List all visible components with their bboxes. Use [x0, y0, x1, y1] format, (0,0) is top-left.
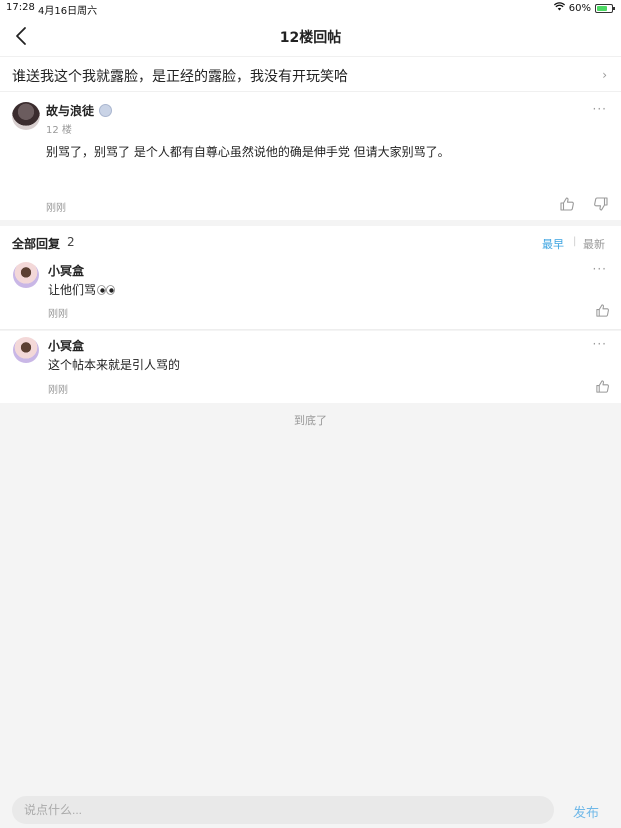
reply-time: 刚刚	[48, 385, 68, 396]
status-date: 4月16日周六	[38, 6, 98, 17]
sort-earliest-tab[interactable]: 最早	[542, 236, 564, 252]
avatar[interactable]	[13, 337, 39, 363]
reply-author[interactable]: 小冥盒	[48, 262, 84, 279]
battery-charging-icon	[595, 3, 615, 13]
more-options-button[interactable]: ···	[593, 102, 607, 116]
status-bar: 17:28 4月16日周六 60%	[0, 0, 621, 17]
more-options-button[interactable]: ···	[593, 337, 607, 351]
thumbs-up-icon[interactable]	[559, 196, 575, 212]
status-right: 60%	[553, 2, 615, 14]
replies-label: 全部回复	[12, 237, 61, 251]
end-of-list-text: 到底了	[294, 414, 327, 427]
battery-percent: 60%	[568, 2, 591, 14]
replies-count: 2	[67, 235, 75, 249]
avatar[interactable]	[13, 262, 39, 288]
publish-button[interactable]: 发布	[573, 802, 599, 821]
post-content: 别骂了，别骂了 是个人都有自尊心虽然说他的确是伸手党 但请大家别骂了。	[46, 145, 450, 159]
reply-content: 让他们骂	[48, 283, 97, 297]
comment-input[interactable]	[12, 796, 554, 824]
post-time: 刚刚	[46, 203, 66, 214]
reply-item: 小冥盒 ··· 这个帖本来就是引人骂的 刚刚	[0, 331, 621, 403]
reply-time: 刚刚	[48, 309, 68, 320]
more-options-button[interactable]: ···	[593, 262, 607, 276]
level-badge-icon	[99, 104, 112, 117]
page-title: 12楼回帖	[279, 30, 342, 46]
sort-latest-tab[interactable]: 最新	[583, 236, 605, 252]
reply-author[interactable]: 小冥盒	[48, 337, 84, 354]
floor-post: 故与浪徒 12 楼 ··· 别骂了，别骂了 是个人都有自尊心虽然说他的确是伸手党…	[0, 92, 621, 220]
thumbs-up-icon[interactable]	[595, 379, 610, 394]
post-author[interactable]: 故与浪徒	[46, 102, 94, 119]
reply-item: 小冥盒 ··· 让他们骂 刚刚	[0, 256, 621, 330]
thread-title: 谁送我这个我就露脸，是正经的露脸，我没有开玩笑哈	[12, 69, 348, 85]
avatar[interactable]	[12, 102, 40, 130]
chevron-right-icon: ›	[602, 68, 607, 82]
thumbs-down-icon[interactable]	[593, 196, 609, 212]
status-time: 17:28	[6, 2, 35, 13]
replies-header: 全部回复 2 最早 | 最新	[0, 226, 621, 256]
reply-content: 这个帖本来就是引人骂的	[48, 358, 181, 372]
floor-number: 12 楼	[46, 125, 72, 136]
thread-title-link[interactable]: 谁送我这个我就露脸，是正经的露脸，我没有开玩笑哈 ›	[0, 56, 621, 92]
comment-bar: 发布	[0, 792, 621, 828]
wifi-icon	[553, 2, 565, 14]
nav-bar: 12楼回帖	[0, 16, 621, 56]
eyes-emoji-icon	[97, 284, 115, 298]
thumbs-up-icon[interactable]	[595, 303, 610, 318]
reply-content-wrap: 让他们骂	[48, 281, 115, 298]
sort-divider: |	[573, 236, 577, 247]
